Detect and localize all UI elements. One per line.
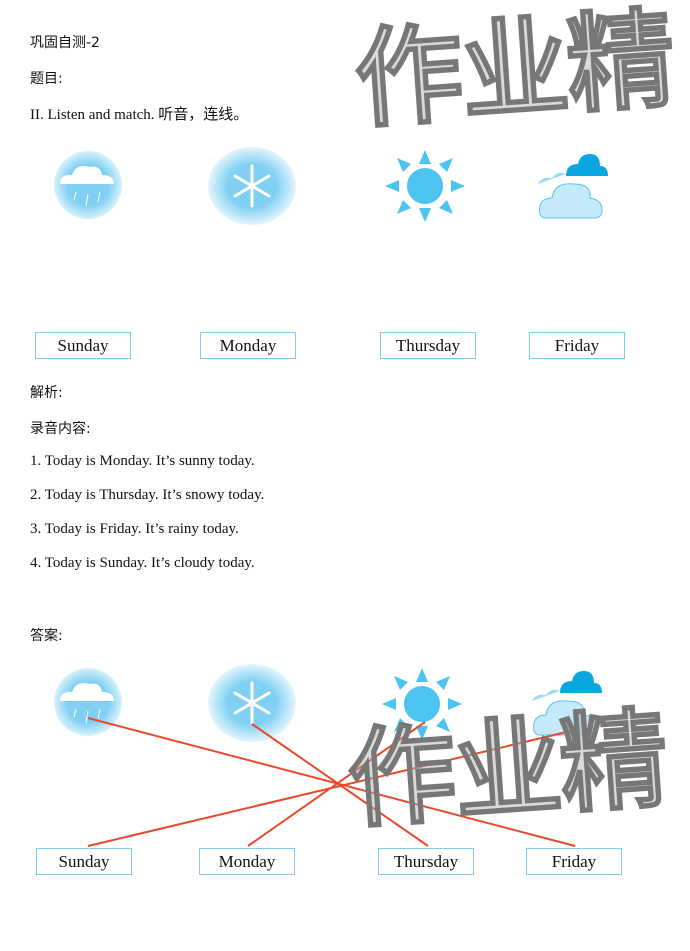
watermark: 作业精 [343, 696, 671, 845]
watermark: 作业精 [350, 0, 678, 145]
